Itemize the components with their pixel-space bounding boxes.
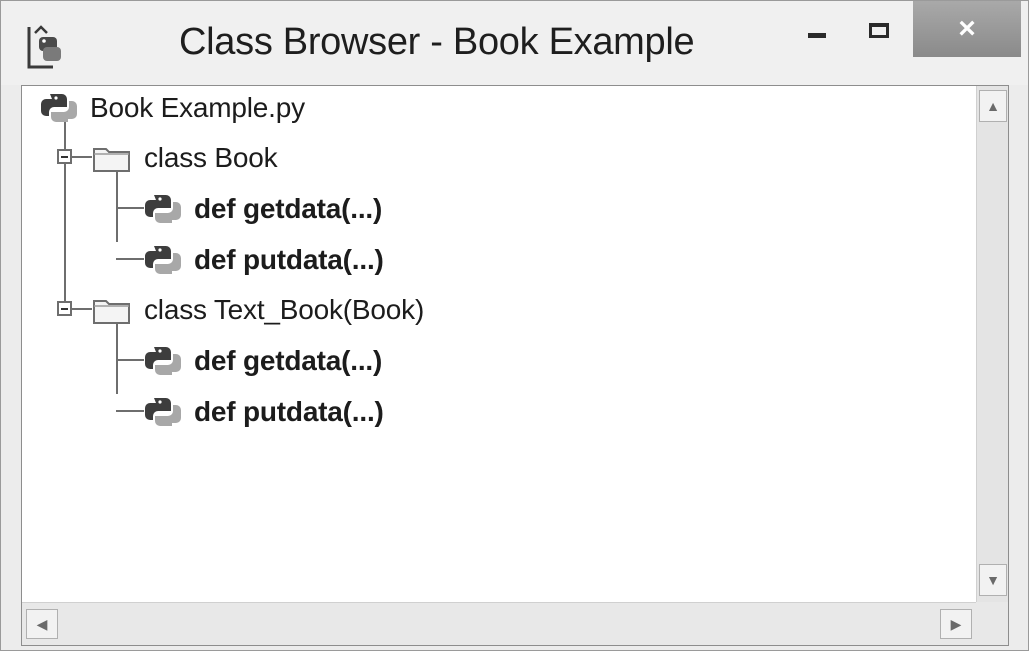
tree-node-root[interactable]: Book Example.py (40, 86, 305, 130)
window-title: Class Browser - Book Example (179, 21, 695, 63)
method-label: def putdata(...) (194, 396, 384, 427)
folder-icon (93, 300, 130, 324)
folder-icon (93, 148, 130, 172)
tree-line (116, 258, 144, 260)
collapse-toggle-book[interactable] (57, 149, 72, 164)
close-icon: × (958, 12, 976, 45)
method-label: def getdata(...) (194, 345, 383, 376)
scroll-up-button[interactable]: ▲ (979, 90, 1007, 122)
idle-python-icon (27, 25, 61, 69)
minus-icon (61, 155, 68, 158)
arrow-right-icon: ▶ (950, 616, 962, 632)
python-icon (145, 246, 181, 274)
minimize-icon (808, 32, 826, 38)
tree-line (116, 359, 144, 361)
minimize-button[interactable] (791, 1, 843, 63)
tree-line (116, 410, 144, 412)
tree-node-method[interactable]: def getdata(...) (144, 339, 382, 383)
minus-icon (61, 307, 68, 310)
class-browser-panel: Book Example.py class Book def getdata(.… (21, 85, 1009, 646)
arrow-up-icon: ▲ (986, 98, 1000, 114)
maximize-button[interactable] (853, 1, 905, 63)
tree-node-class-text-book[interactable]: class Text_Book(Book) (92, 288, 424, 332)
close-button[interactable]: × (913, 1, 1021, 57)
tree-node-method[interactable]: def putdata(...) (144, 390, 384, 434)
tree-line (72, 308, 92, 310)
scroll-left-button[interactable]: ◀ (26, 609, 58, 639)
scroll-right-button[interactable]: ▶ (940, 609, 972, 639)
horizontal-scrollbar[interactable]: ◀ ▶ (22, 602, 976, 645)
class-tree[interactable]: Book Example.py class Book def getdata(.… (22, 86, 976, 602)
method-label: def putdata(...) (194, 244, 384, 275)
python-icon (145, 195, 181, 223)
maximize-icon (869, 22, 889, 38)
vertical-scrollbar[interactable]: ▲ ▼ (976, 86, 1008, 602)
method-label: def getdata(...) (194, 193, 383, 224)
python-file-icon (41, 94, 77, 122)
root-file-label: Book Example.py (90, 92, 305, 123)
scrollbar-corner (976, 602, 1008, 645)
class-label: class Book (144, 142, 278, 173)
collapse-toggle-text-book[interactable] (57, 301, 72, 316)
tree-node-class-book[interactable]: class Book (92, 136, 278, 180)
python-icon (145, 398, 181, 426)
tree-line (116, 207, 144, 209)
arrow-left-icon: ◀ (36, 616, 48, 632)
tree-line (116, 322, 118, 394)
tree-line (72, 156, 92, 158)
python-icon (145, 347, 181, 375)
arrow-down-icon: ▼ (986, 572, 1000, 588)
scroll-down-button[interactable]: ▼ (979, 564, 1007, 596)
class-browser-window: Class Browser - Book Example × Book Exam… (0, 0, 1029, 651)
class-label: class Text_Book(Book) (144, 294, 425, 325)
tree-line (116, 170, 118, 242)
tree-node-method[interactable]: def putdata(...) (144, 238, 384, 282)
tree-node-method[interactable]: def getdata(...) (144, 187, 382, 231)
tree-line (64, 120, 66, 305)
title-bar[interactable]: Class Browser - Book Example × (1, 1, 1028, 85)
